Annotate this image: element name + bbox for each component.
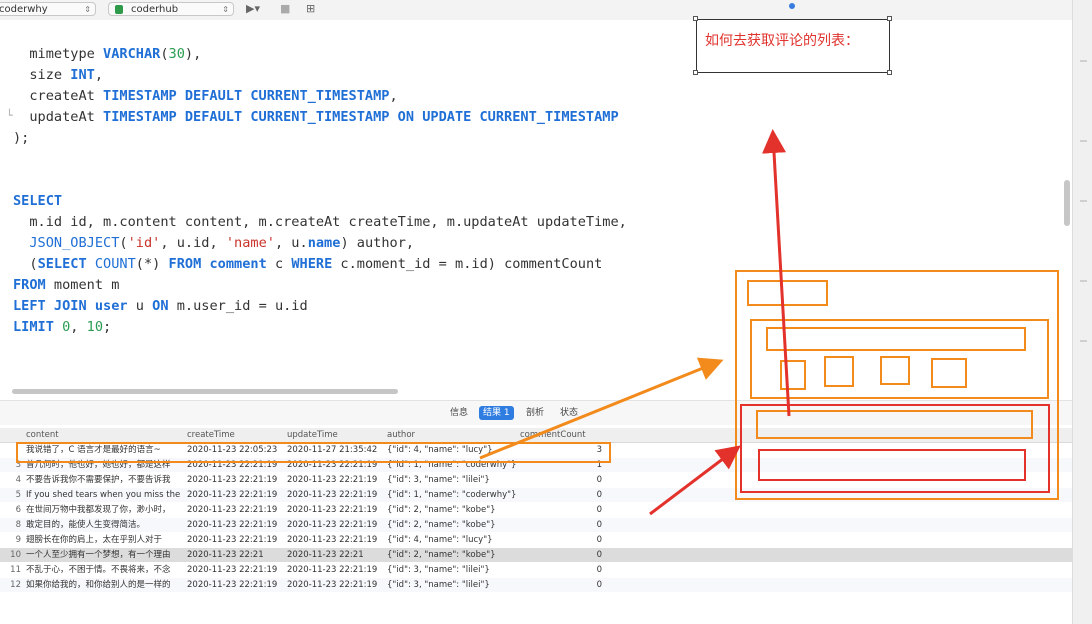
sketch-image-4 xyxy=(931,358,967,388)
divider xyxy=(1080,200,1087,202)
sketch-comment-2 xyxy=(758,449,1026,481)
divider xyxy=(1080,280,1087,282)
sketch-image-1 xyxy=(780,360,806,390)
right-side-panel xyxy=(1072,0,1092,624)
divider xyxy=(1080,340,1087,342)
red-arrow-left xyxy=(649,445,741,516)
sketch-image-3 xyxy=(880,356,910,385)
sketch-content-box xyxy=(750,319,1049,399)
highlight-first-row xyxy=(16,442,611,463)
sketch-text-line xyxy=(766,327,1026,351)
divider xyxy=(1080,60,1087,62)
sketch-title-box xyxy=(747,280,828,306)
sketch-comment-list-box xyxy=(740,404,1050,493)
sketch-image-2 xyxy=(824,356,854,387)
sketch-comment-1 xyxy=(756,410,1033,439)
annotation-overlay xyxy=(16,129,1059,516)
divider xyxy=(1080,140,1087,142)
